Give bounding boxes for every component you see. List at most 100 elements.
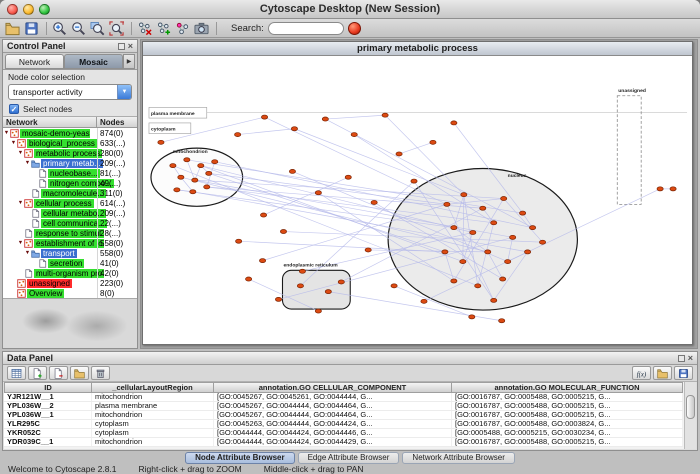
tab-scroll-right-button[interactable]: ▶ bbox=[123, 54, 135, 69]
table-row[interactable]: YPL036W__1mitochondrion[GO:0045267, GO:0… bbox=[4, 411, 683, 420]
table-row[interactable]: YLR295Ccytoplasm[GO:0045263, GO:0044444,… bbox=[4, 420, 683, 429]
tree-row[interactable]: ▼primary metab...209(...) bbox=[3, 158, 137, 168]
delete-attribute-button[interactable] bbox=[49, 366, 68, 380]
graph-node[interactable] bbox=[297, 284, 303, 288]
tree-row[interactable]: nucleobase...81(...) bbox=[3, 168, 137, 178]
graph-node[interactable] bbox=[275, 297, 281, 301]
graph-node[interactable] bbox=[421, 299, 427, 303]
graph-node[interactable] bbox=[235, 133, 241, 137]
graph-node[interactable] bbox=[444, 202, 450, 206]
graph-node[interactable] bbox=[510, 235, 516, 239]
tree-row[interactable]: multi-organism pro...42(0) bbox=[3, 268, 137, 278]
graph-node[interactable] bbox=[442, 250, 448, 254]
graph-node[interactable] bbox=[491, 298, 497, 302]
graph-node[interactable] bbox=[315, 191, 321, 195]
graph-node[interactable] bbox=[505, 260, 511, 264]
graph-node[interactable] bbox=[184, 158, 190, 162]
graph-node[interactable] bbox=[170, 164, 176, 168]
close-panel-icon[interactable]: × bbox=[128, 43, 133, 50]
zoom-selected-button[interactable] bbox=[89, 20, 108, 37]
graph-node[interactable] bbox=[351, 133, 357, 137]
tab-edge-attribute-browser[interactable]: Edge Attribute Browser bbox=[298, 452, 400, 464]
graph-node[interactable] bbox=[204, 185, 210, 189]
column-header[interactable]: annotation.GO MOLECULAR_FUNCTION bbox=[452, 382, 683, 393]
graph-node[interactable] bbox=[322, 117, 328, 121]
graph-node[interactable] bbox=[299, 269, 305, 273]
expander-triangle-icon[interactable]: ▼ bbox=[17, 150, 24, 156]
tree-row[interactable]: ▼mosaic-demo-yeast874(0) bbox=[3, 128, 137, 138]
graph-node[interactable] bbox=[475, 284, 481, 288]
graph-node[interactable] bbox=[529, 226, 535, 230]
expander-triangle-icon[interactable]: ▼ bbox=[17, 200, 24, 206]
zoom-window-button[interactable] bbox=[39, 4, 50, 15]
graph-node[interactable] bbox=[291, 127, 297, 131]
search-input[interactable] bbox=[268, 22, 344, 35]
column-header[interactable]: ID bbox=[4, 382, 92, 393]
graph-node[interactable] bbox=[520, 211, 526, 215]
expander-triangle-icon[interactable]: ▼ bbox=[10, 140, 17, 146]
graph-node[interactable] bbox=[451, 121, 457, 125]
hide-selected-button[interactable] bbox=[136, 20, 155, 37]
graph-node[interactable] bbox=[212, 160, 218, 164]
select-attributes-button[interactable] bbox=[7, 366, 26, 380]
graph-node[interactable] bbox=[289, 169, 295, 173]
graph-node[interactable] bbox=[501, 197, 507, 201]
tree-row[interactable]: ▼metabolic process280(0) bbox=[3, 148, 137, 158]
tab-node-attribute-browser[interactable]: Node Attribute Browser bbox=[185, 452, 295, 464]
tree-row[interactable]: ▼establishment of lo...558(0) bbox=[3, 238, 137, 248]
graph-node[interactable] bbox=[470, 230, 476, 234]
save-table-button[interactable] bbox=[674, 366, 693, 380]
table-row[interactable]: YKR052Ccytoplasm[GO:0044444, GO:0044424,… bbox=[4, 429, 683, 438]
graph-node[interactable] bbox=[485, 250, 491, 254]
graph-node[interactable] bbox=[315, 309, 321, 313]
create-attribute-button[interactable] bbox=[28, 366, 47, 380]
graph-node[interactable] bbox=[345, 175, 351, 179]
tree-row[interactable]: ▼cellular process614(...) bbox=[3, 198, 137, 208]
table-scrollbar[interactable] bbox=[684, 382, 696, 449]
graph-node[interactable] bbox=[178, 175, 184, 179]
graph-node[interactable] bbox=[657, 187, 663, 191]
network-overview[interactable] bbox=[3, 298, 137, 348]
graph-node[interactable] bbox=[192, 178, 198, 182]
graph-node[interactable] bbox=[461, 193, 467, 197]
table-row[interactable]: YPL036W__2plasma membrane[GO:0045267, GO… bbox=[4, 402, 683, 411]
graph-node[interactable] bbox=[174, 188, 180, 192]
graph-node[interactable] bbox=[246, 277, 252, 281]
graph-node[interactable] bbox=[411, 179, 417, 183]
graph-node[interactable] bbox=[499, 319, 505, 323]
tree-row[interactable]: cellular metabo...209(...) bbox=[3, 208, 137, 218]
table-row[interactable]: YDR039C__1mitochondrion[GO:0044444, GO:0… bbox=[4, 438, 683, 447]
close-window-button[interactable] bbox=[7, 4, 18, 15]
tree-column-nodes[interactable]: Nodes bbox=[97, 117, 137, 127]
graph-node[interactable] bbox=[525, 250, 531, 254]
tree-row[interactable]: response to stimul...28(...) bbox=[3, 228, 137, 238]
graph-node[interactable] bbox=[430, 140, 436, 144]
graph-node[interactable] bbox=[491, 221, 497, 225]
network-view-titlebar[interactable]: primary metabolic process bbox=[143, 42, 692, 56]
graph-node[interactable] bbox=[539, 240, 545, 244]
table-row[interactable]: YJR121W__1mitochondrion[GO:0045267, GO:0… bbox=[4, 393, 683, 402]
expander-triangle-icon[interactable]: ▼ bbox=[17, 240, 24, 246]
expander-triangle-icon[interactable]: ▼ bbox=[24, 250, 31, 256]
new-network-button[interactable] bbox=[174, 20, 193, 37]
graph-node[interactable] bbox=[280, 229, 286, 233]
graph-node[interactable] bbox=[198, 164, 204, 168]
expander-triangle-icon[interactable]: ▼ bbox=[3, 130, 10, 136]
graph-node[interactable] bbox=[469, 315, 475, 319]
graph-node[interactable] bbox=[460, 260, 466, 264]
save-session-button[interactable] bbox=[23, 20, 42, 37]
tree-row[interactable]: macromolecule...311(0) bbox=[3, 188, 137, 198]
graph-node[interactable] bbox=[371, 200, 377, 204]
graph-node[interactable] bbox=[451, 226, 457, 230]
minimize-window-button[interactable] bbox=[23, 4, 34, 15]
zoom-out-button[interactable] bbox=[70, 20, 89, 37]
unhide-all-button[interactable] bbox=[155, 20, 174, 37]
zoom-in-button[interactable] bbox=[51, 20, 70, 37]
zoom-fit-button[interactable] bbox=[108, 20, 127, 37]
delete-row-button[interactable] bbox=[91, 366, 110, 380]
tree-row[interactable]: Overview8(0) bbox=[3, 288, 137, 298]
node-color-dropdown[interactable]: transporter activity ▼ bbox=[8, 84, 132, 100]
tree-row[interactable]: secretion41(0) bbox=[3, 258, 137, 268]
close-panel-icon[interactable]: × bbox=[688, 355, 693, 362]
graph-node[interactable] bbox=[158, 140, 164, 144]
